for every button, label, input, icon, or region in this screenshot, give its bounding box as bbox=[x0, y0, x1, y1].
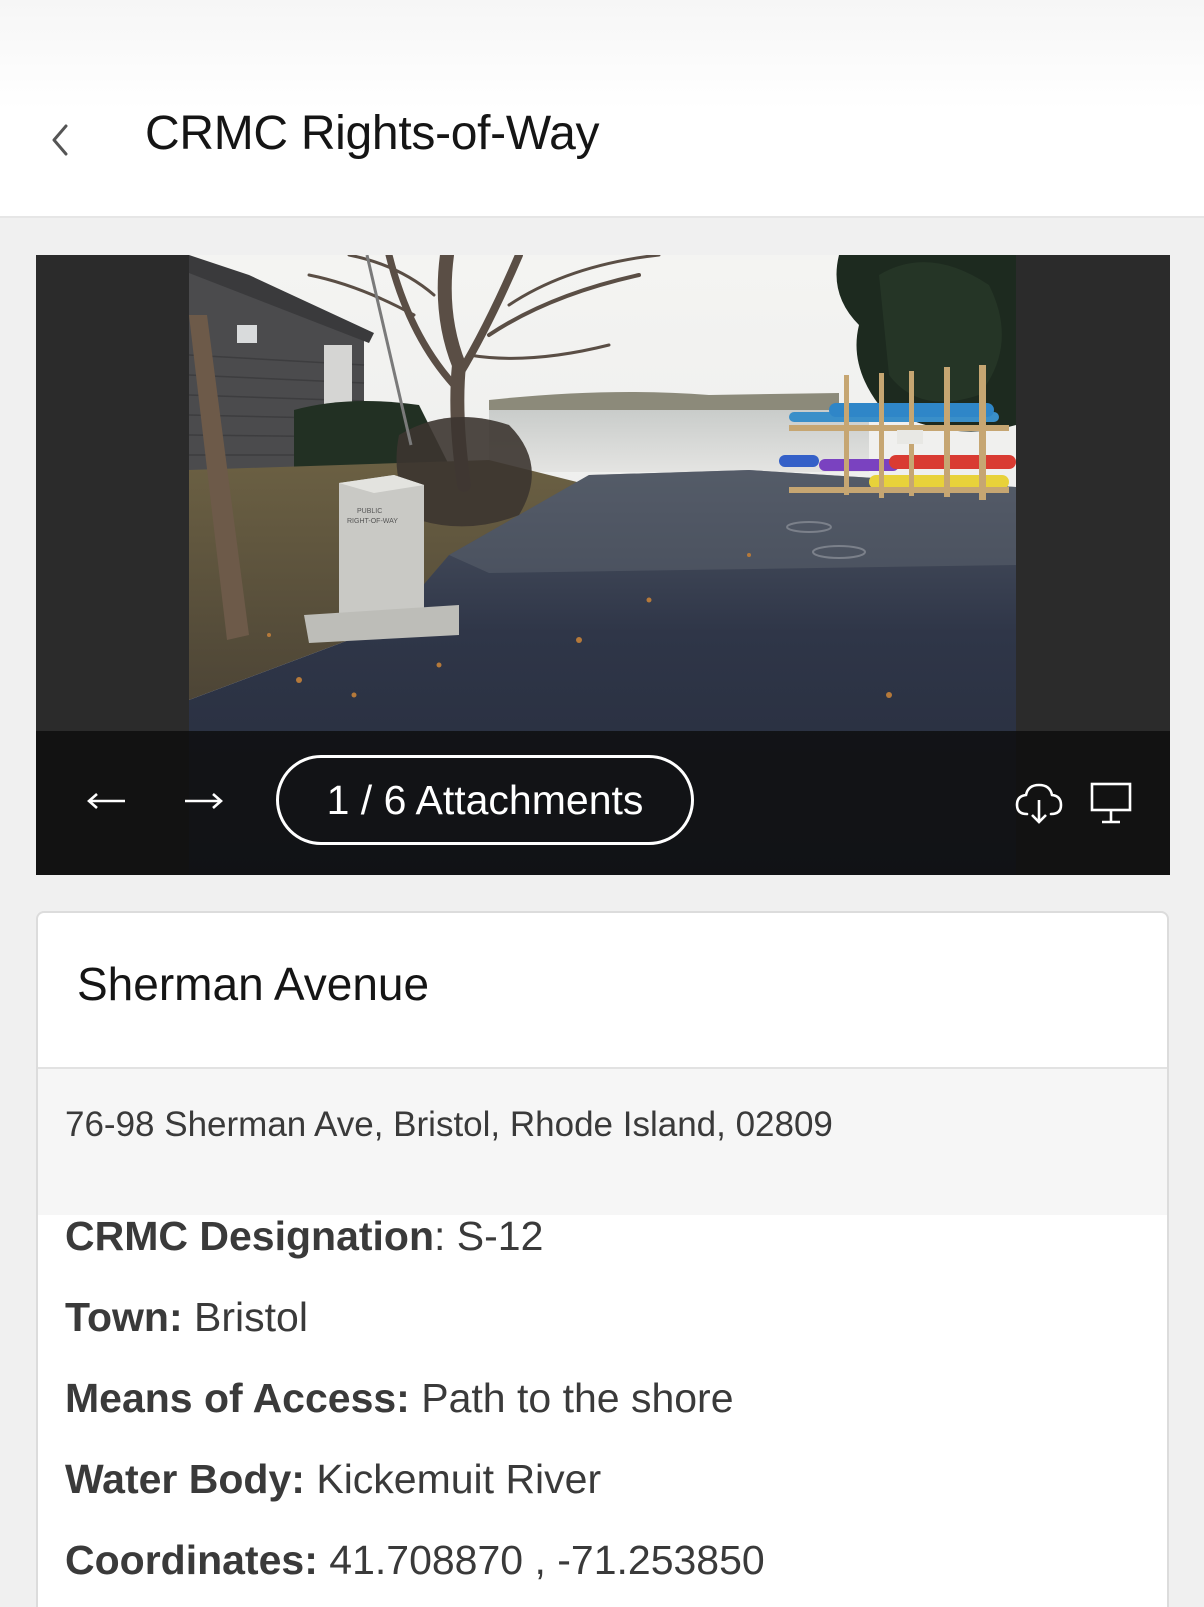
arrow-left-icon bbox=[87, 793, 125, 809]
present-attachment-button[interactable] bbox=[1082, 774, 1140, 832]
back-button[interactable] bbox=[36, 112, 84, 168]
attachments-count-button[interactable]: 1 / 6 Attachments bbox=[276, 755, 694, 845]
field-label: Means of Access: bbox=[65, 1375, 410, 1421]
arrow-right-icon bbox=[185, 793, 223, 809]
field-separator bbox=[305, 1456, 316, 1502]
field-value: Bristol bbox=[194, 1294, 308, 1340]
field-water-body: Water Body: Kickemuit River bbox=[65, 1456, 601, 1503]
svg-text:PUBLIC: PUBLIC bbox=[357, 508, 382, 515]
field-value: Kickemuit River bbox=[316, 1456, 602, 1502]
field-separator bbox=[183, 1294, 194, 1340]
next-attachment-button[interactable] bbox=[174, 772, 232, 830]
svg-text:RIGHT-OF-WAY: RIGHT-OF-WAY bbox=[347, 518, 398, 525]
field-value: 41.708870 , -71.253850 bbox=[329, 1537, 765, 1583]
field-label: CRMC Designation bbox=[65, 1213, 434, 1259]
feature-address: 76-98 Sherman Ave, Bristol, Rhode Island… bbox=[65, 1105, 833, 1144]
feature-title: Sherman Avenue bbox=[77, 958, 430, 1010]
field-town: Town: Bristol bbox=[65, 1294, 308, 1341]
field-coordinates: Coordinates: 41.708870 , -71.253850 bbox=[65, 1537, 765, 1584]
field-means-of-access: Means of Access: Path to the shore bbox=[65, 1375, 734, 1422]
feature-info-card: Sherman Avenue 76-98 Sherman Ave, Bristo… bbox=[36, 911, 1169, 1607]
field-separator bbox=[318, 1537, 329, 1583]
field-value: Path to the shore bbox=[421, 1375, 734, 1421]
field-separator: : bbox=[434, 1213, 457, 1259]
download-attachment-button[interactable] bbox=[1010, 774, 1068, 832]
field-value: S-12 bbox=[456, 1213, 544, 1259]
cloud-download-icon bbox=[1015, 783, 1063, 824]
field-label: Town: bbox=[65, 1294, 183, 1340]
app-screen: CRMC Rights-of-Way PUBLIC RIGHT-OF-WAY 1… bbox=[0, 0, 1204, 1607]
page-title: CRMC Rights-of-Way bbox=[145, 107, 600, 160]
field-label: Coordinates: bbox=[65, 1537, 318, 1583]
chevron-left-icon bbox=[52, 124, 68, 156]
field-label: Water Body: bbox=[65, 1456, 305, 1502]
field-crmc-designation: CRMC Designation: S-12 bbox=[65, 1213, 543, 1260]
previous-attachment-button[interactable] bbox=[78, 772, 136, 830]
presentation-icon bbox=[1090, 782, 1132, 824]
field-separator bbox=[410, 1375, 421, 1421]
address-section: 76-98 Sherman Ave, Bristol, Rhode Island… bbox=[38, 1067, 1167, 1215]
app-header: CRMC Rights-of-Way bbox=[0, 0, 1204, 218]
